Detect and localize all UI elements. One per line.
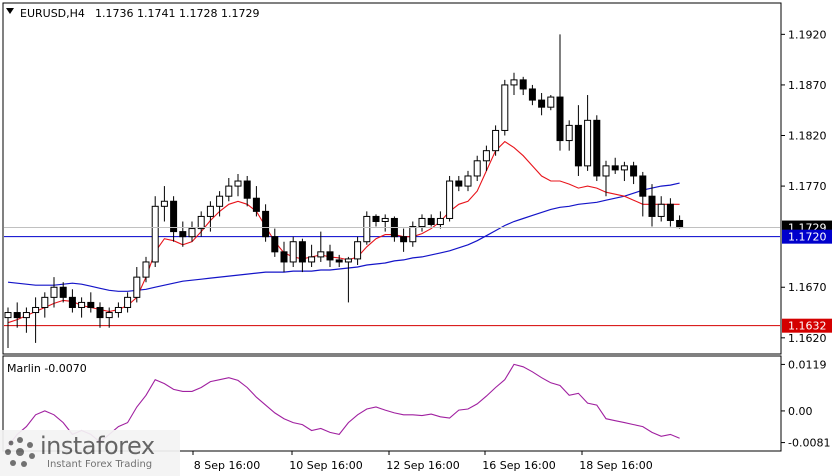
logo-name: instaforex	[40, 432, 155, 460]
candle-body	[676, 219, 684, 229]
candle-body	[528, 88, 536, 101]
candle-body	[179, 231, 187, 238]
candle-body	[574, 124, 582, 167]
candle-body	[96, 306, 104, 319]
candle-body	[114, 306, 122, 314]
candle-body	[363, 215, 371, 243]
candle-body	[308, 256, 316, 263]
candle-body	[584, 119, 592, 167]
candle-body	[639, 175, 647, 197]
blue-level-label: 1.1720	[788, 231, 827, 244]
candle-body	[464, 175, 472, 187]
red-level-label: 1.1632	[788, 320, 827, 333]
candle-body	[492, 129, 500, 152]
time-tick-label: 16 Sep 16:00	[482, 459, 555, 472]
candle-body	[68, 296, 76, 308]
candle-body	[50, 286, 58, 298]
candle-body	[326, 251, 334, 261]
price-tick-label: 1.1870	[788, 79, 827, 92]
candle-body	[41, 296, 49, 308]
candle-body	[216, 195, 224, 207]
indicator-tick-label: 0.0119	[788, 358, 827, 371]
main-chart-frame	[2, 2, 782, 355]
candle-body	[133, 276, 141, 298]
logo-tagline: Instant Forex Trading	[47, 459, 153, 470]
candle-body	[4, 312, 12, 319]
candle-body	[289, 241, 297, 263]
candle-body	[630, 165, 638, 177]
candle-body	[317, 251, 325, 258]
ohlc-readout: 1.1736 1.1741 1.1728 1.1729	[95, 7, 259, 20]
candle-body	[151, 205, 159, 263]
time-tick-label: 10 Sep 16:00	[289, 459, 362, 472]
candle-body	[593, 119, 601, 177]
candle-body	[234, 180, 242, 187]
time-tick-label: 18 Sep 16:00	[579, 459, 652, 472]
price-tick-label: 1.1920	[788, 28, 827, 41]
indicator-tick-label: -0.0081	[788, 437, 830, 450]
candle-body	[78, 301, 86, 308]
indicator-tick-label: 0.00	[788, 405, 813, 418]
price-tick-label: 1.1770	[788, 180, 827, 193]
candle-body	[372, 215, 380, 222]
candle-body	[243, 180, 251, 199]
candle-body	[262, 210, 270, 238]
candle-body	[657, 203, 665, 217]
candle-body	[59, 286, 67, 298]
candle-body	[400, 236, 408, 243]
price-tick-label: 1.1620	[788, 332, 827, 345]
candle-body	[105, 312, 113, 319]
candle-body	[620, 165, 628, 171]
candle-body	[409, 226, 417, 243]
candle-body	[611, 165, 619, 171]
instaforex-mark-icon	[5, 437, 35, 467]
candle-body	[87, 301, 95, 308]
candle-body	[280, 251, 288, 263]
candle-body	[252, 197, 260, 212]
candle-body	[197, 215, 205, 230]
candle-body	[344, 258, 352, 263]
price-tick-label: 1.1820	[788, 130, 827, 143]
candle-body	[538, 99, 546, 108]
candle-body	[565, 124, 573, 142]
candle-body	[436, 217, 444, 226]
candle-body	[225, 185, 233, 197]
candle-body	[271, 236, 279, 253]
watermark-logo: instaforex Instant Forex Trading	[0, 430, 180, 476]
candle-body	[547, 96, 555, 108]
candle-body	[354, 241, 362, 260]
candle-body	[160, 200, 168, 207]
candle-body	[446, 180, 454, 219]
candle-body	[188, 228, 196, 238]
candle-body	[124, 296, 132, 308]
price-tick-label: 1.1670	[788, 281, 827, 294]
candle-body	[510, 79, 518, 86]
candle-body	[206, 205, 214, 217]
candle-body	[335, 259, 343, 263]
candle-body	[455, 180, 463, 187]
indicator-label: Marlin -0.0070	[7, 362, 87, 375]
chart-canvas: 1.1920 1.1870 1.1820 1.1770 1.1670 1.1620 1.17…	[2, 2, 832, 472]
symbol-label: EURUSD,H4	[20, 7, 85, 20]
candle-body	[381, 217, 389, 222]
candle-body	[22, 312, 30, 319]
candle-body	[648, 195, 656, 217]
candle-body	[427, 217, 435, 226]
candle-body	[556, 96, 564, 142]
candle-body	[482, 150, 490, 162]
candle-body	[170, 200, 178, 233]
candle-body	[142, 261, 150, 278]
candle-body	[666, 203, 674, 221]
candle-body	[298, 241, 306, 263]
candle-body	[501, 84, 509, 131]
time-tick-label: 12 Sep 16:00	[386, 459, 459, 472]
candle-body	[13, 312, 21, 319]
candle-body	[602, 165, 610, 177]
candle-body	[473, 160, 481, 177]
candle-body	[32, 306, 40, 314]
time-tick-label: 8 Sep 16:00	[194, 459, 260, 472]
candle-body	[418, 217, 426, 228]
candle-body	[519, 79, 527, 90]
